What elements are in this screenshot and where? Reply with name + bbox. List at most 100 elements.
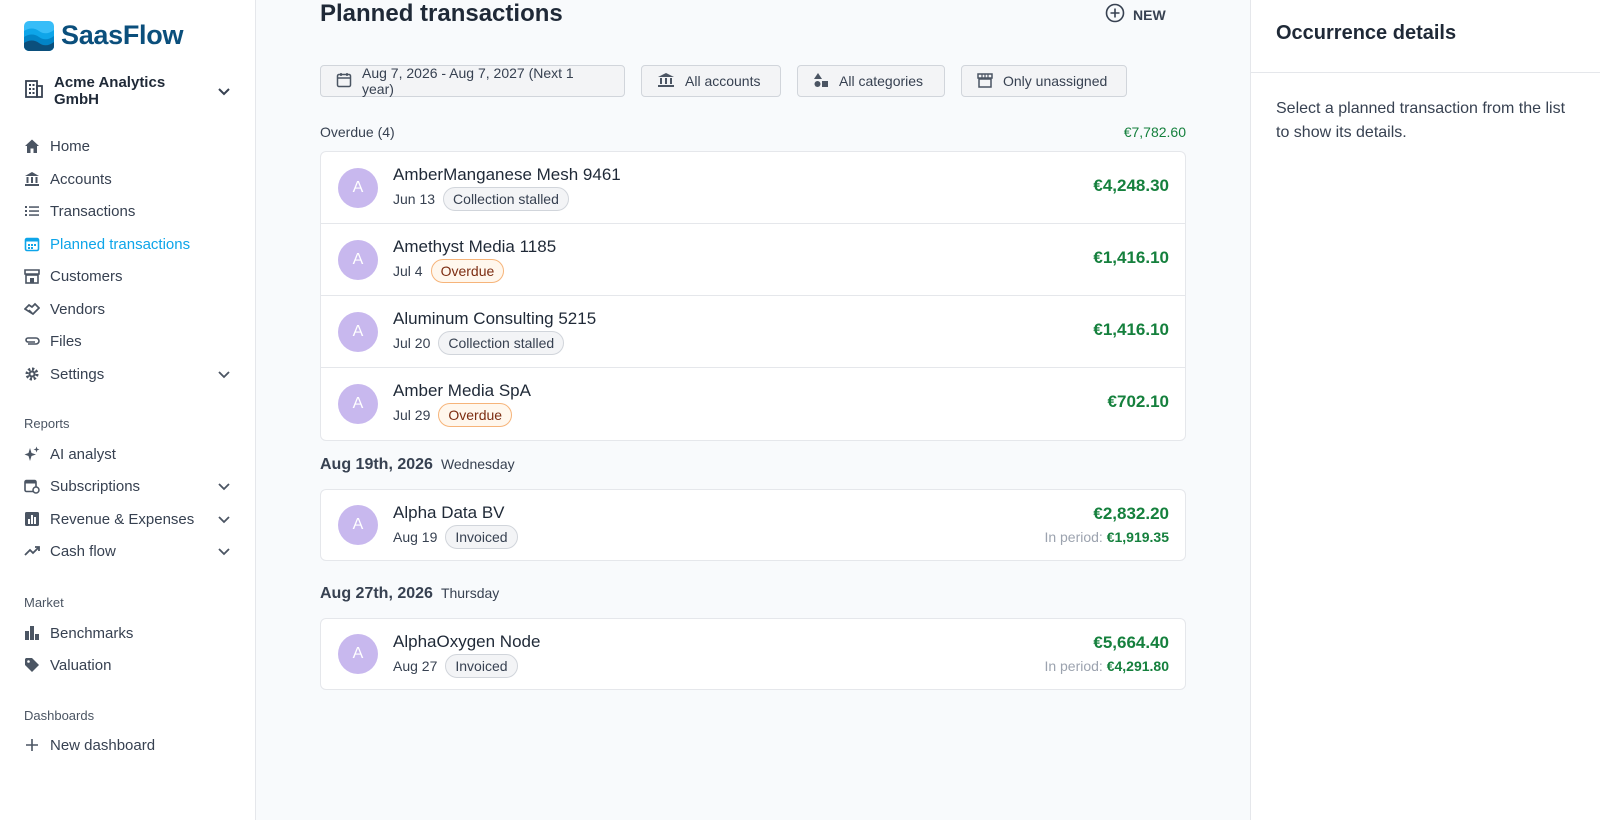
bar-chart-icon (24, 625, 40, 641)
nav-item-label: Files (50, 332, 82, 350)
transaction-amount: €1,416.10 (1093, 248, 1169, 267)
group-weekday: Wednesday (440, 456, 515, 472)
transaction-date: Jul 4 (393, 263, 423, 279)
categories-filter-value: All categories (839, 73, 924, 89)
new-dashboard-button[interactable]: New dashboard (24, 732, 230, 758)
accounts-filter[interactable]: All accounts (641, 65, 781, 97)
nav-item-label: Planned transactions (50, 235, 191, 253)
handshake-icon (24, 301, 40, 317)
nav-item-files[interactable]: Files (24, 328, 230, 354)
nav-item-label: Accounts (50, 170, 112, 188)
transaction-meta: Jul 4 Overdue (393, 259, 505, 283)
transaction-amount: €4,248.30 (1093, 176, 1169, 195)
nav-item-revenue-expenses[interactable]: Revenue & Expenses (24, 506, 230, 532)
nav-item-cash-flow[interactable]: Cash flow (24, 538, 230, 564)
status-badge: Collection stalled (438, 331, 565, 355)
shapes-icon (813, 72, 829, 91)
in-period-label: In period: (1044, 529, 1103, 545)
transaction-row[interactable]: A Amber Media SpA Jul 29 Overdue €702.10 (321, 368, 1185, 440)
list-icon (24, 203, 40, 219)
nav-item-customers[interactable]: Customers (24, 263, 230, 289)
new-button[interactable]: NEW (1105, 3, 1166, 26)
transaction-row[interactable]: A Alpha Data BV Aug 19 Invoiced €2,832.2… (321, 490, 1185, 560)
nav-item-label: New dashboard (50, 736, 156, 754)
tag-icon (24, 657, 40, 673)
nav-item-subscriptions[interactable]: Subscriptions (24, 473, 230, 499)
transaction-date: Aug 19 (393, 529, 438, 545)
overdue-total: €7,782.60 (1123, 124, 1186, 140)
nav-item-settings[interactable]: Settings (24, 361, 230, 387)
panel-title: Occurrence details (1276, 22, 1457, 44)
date-range-value: Aug 7, 2026 - Aug 7, 2027 (Next 1 year) (362, 65, 574, 97)
new-button-label: NEW (1133, 6, 1166, 23)
nav-item-benchmarks[interactable]: Benchmarks (24, 620, 230, 646)
plus-circle-icon (1105, 3, 1125, 26)
nav-item-label: Customers (50, 267, 123, 285)
gear-icon (24, 366, 40, 382)
nav-item-home[interactable]: Home (24, 133, 230, 159)
status-badge: Overdue (430, 259, 505, 283)
status-badge: Collection stalled (443, 187, 569, 211)
overdue-title: Overdue (4) (320, 124, 395, 140)
assignment-filter[interactable]: Only unassigned (961, 65, 1127, 97)
nav-item-vendors[interactable]: Vendors (24, 296, 230, 322)
store-icon (24, 268, 40, 284)
nav-item-valuation[interactable]: Valuation (24, 652, 230, 678)
transaction-date: Jun 13 (393, 191, 436, 207)
status-badge: Overdue (438, 403, 513, 427)
nav-item-ai-analyst[interactable]: AI analyst (24, 441, 230, 467)
building-icon (24, 79, 44, 103)
nav-item-label: Valuation (50, 656, 112, 674)
calendar-icon (24, 236, 40, 252)
transaction-name: Amethyst Media 1185 (393, 237, 557, 256)
transaction-amount: €1,416.10 (1093, 320, 1169, 339)
transaction-name: Alpha Data BV (393, 503, 505, 522)
overdue-group-header: Overdue (4) €7,782.60 (320, 124, 1186, 140)
group-date: Aug 27th, 2026 (320, 585, 433, 602)
bar-chart-icon (24, 511, 40, 527)
nav-item-planned-transactions[interactable]: Planned transactions (24, 231, 230, 257)
trend-icon (24, 543, 40, 559)
date-group-list: A Alpha Data BV Aug 19 Invoiced €2,832.2… (320, 489, 1186, 561)
avatar: A (338, 312, 378, 352)
nav-item-accounts[interactable]: Accounts (24, 166, 230, 192)
transaction-name: AlphaOxygen Node (393, 632, 541, 651)
nav-item-label: Transactions (50, 202, 136, 220)
panel-divider (1251, 72, 1600, 73)
org-name: Acme Analytics GmbH (54, 74, 166, 108)
nav-item-label: Home (50, 137, 91, 155)
nav-item-transactions[interactable]: Transactions (24, 198, 230, 224)
paperclip-icon (24, 333, 40, 349)
transaction-date: Aug 27 (393, 658, 438, 674)
page-title: Planned transactions (320, 0, 563, 27)
categories-filter[interactable]: All categories (797, 65, 945, 97)
in-period-amount: In period: €4,291.80 (1044, 658, 1169, 674)
chevron-down-icon (218, 478, 230, 495)
sidebar: SaasFlow Acme Analytics GmbH Home Accoun… (0, 0, 256, 820)
accounts-filter-value: All accounts (685, 73, 761, 89)
transaction-meta: Jul 29 Overdue (393, 403, 513, 427)
transaction-meta: Aug 19 Invoiced (393, 525, 518, 549)
chevron-down-icon (218, 511, 230, 528)
transaction-row[interactable]: A Amethyst Media 1185 Jul 4 Overdue €1,4… (321, 224, 1185, 296)
date-range-filter[interactable]: Aug 7, 2026 - Aug 7, 2027 (Next 1 year) (320, 65, 625, 97)
transaction-row[interactable]: A AmberManganese Mesh 9461 Jun 13 Collec… (321, 152, 1185, 224)
nav-item-label: Cash flow (50, 542, 116, 560)
nav-item-label: Benchmarks (50, 624, 134, 642)
brand-logo[interactable]: SaasFlow (24, 20, 183, 51)
transaction-name: Aluminum Consulting 5215 (393, 309, 597, 328)
bank-icon (24, 171, 40, 187)
chevron-down-icon (218, 543, 230, 560)
section-label-market: Market (24, 595, 64, 610)
transaction-row[interactable]: A AlphaOxygen Node Aug 27 Invoiced €5,66… (321, 619, 1185, 689)
org-switcher[interactable]: Acme Analytics GmbH (24, 74, 230, 108)
avatar: A (338, 505, 378, 545)
nav-item-label: AI analyst (50, 445, 116, 463)
section-label-reports: Reports (24, 416, 70, 431)
transaction-row[interactable]: A Aluminum Consulting 5215 Jul 20 Collec… (321, 296, 1185, 368)
plus-icon (24, 737, 40, 753)
overdue-list: A AmberManganese Mesh 9461 Jun 13 Collec… (320, 151, 1186, 441)
panel-empty-text: Select a planned transaction from the li… (1276, 100, 1566, 141)
nav-item-label: Vendors (50, 300, 106, 318)
sparkle-icon (24, 446, 40, 462)
